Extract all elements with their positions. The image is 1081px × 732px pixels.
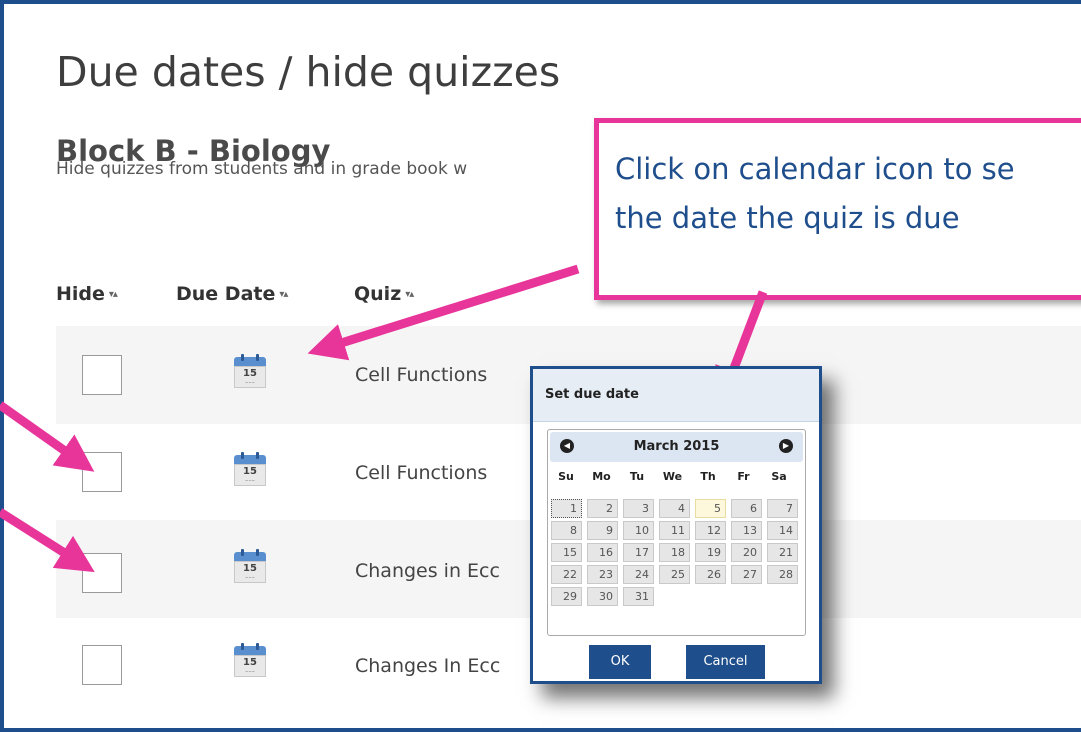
calendar-day-cell[interactable]: 24: [623, 565, 654, 584]
calendar-day-cell[interactable]: 23: [587, 565, 618, 584]
weekday-label: Fr: [737, 470, 750, 483]
calendar-icon[interactable]: 15 ~~~: [234, 549, 266, 583]
calendar-day-cell[interactable]: 6: [731, 499, 762, 518]
due-date-header-label: Due Date: [176, 283, 276, 305]
page-title: Due dates / hide quizzes: [56, 48, 561, 96]
calendar-day-cell[interactable]: 25: [659, 565, 690, 584]
calendar-day-cell[interactable]: 27: [731, 565, 762, 584]
calendar-day-cell[interactable]: 30: [587, 587, 618, 606]
calendar-day-cell[interactable]: 15: [551, 543, 582, 562]
calendar-day: 15: [243, 368, 257, 379]
set-due-date-dialog: Set due date ◀ March 2015 ▶ Su Mo Tu We Th Fr…: [530, 366, 822, 684]
weekday-label: Mo: [592, 470, 611, 483]
calendar-day-cell[interactable]: 21: [767, 543, 798, 562]
quiz-header-label: Quiz: [354, 283, 402, 305]
weekday-label: We: [662, 470, 683, 483]
annotation-callout: Click on calendar icon to se the date th…: [594, 118, 1081, 300]
calendar-day-cell[interactable]: 16: [587, 543, 618, 562]
hide-checkbox[interactable]: [82, 645, 122, 685]
datepicker-header: ◀ March 2015 ▶: [550, 432, 803, 462]
calendar-day: 15: [243, 466, 257, 477]
hide-checkbox[interactable]: [82, 452, 122, 492]
due-date-column-header[interactable]: Due Date ▾▴: [176, 283, 288, 305]
calendar-day-cell[interactable]: 22: [551, 565, 582, 584]
calendar-icon[interactable]: 15 ~~~: [234, 643, 266, 677]
weekday-label: Tu: [629, 470, 645, 483]
calendar-day-cell[interactable]: 8: [551, 521, 582, 540]
calendar-day-cell[interactable]: 9: [587, 521, 618, 540]
sort-icon[interactable]: ▾▴: [109, 289, 118, 300]
page-description: Hide quizzes from students and in grade …: [56, 159, 468, 179]
quiz-name: Changes In Ecc: [355, 655, 501, 677]
hide-checkbox[interactable]: [82, 553, 122, 593]
calendar-day-cell[interactable]: 20: [731, 543, 762, 562]
calendar-day-cell[interactable]: 17: [623, 543, 654, 562]
sort-icon[interactable]: ▾▴: [405, 289, 414, 300]
weekday-label: Sa: [771, 470, 787, 483]
callout-line-2: the date the quiz is due: [615, 201, 960, 235]
callout-line-1: Click on calendar icon to se: [615, 152, 1015, 186]
calendar-day-cell[interactable]: 13: [731, 521, 762, 540]
calendar-day-cell[interactable]: 18: [659, 543, 690, 562]
month-label: March 2015: [633, 439, 720, 454]
hide-column-header[interactable]: Hide ▾▴: [56, 283, 118, 305]
datepicker: ◀ March 2015 ▶ Su Mo Tu We Th Fr Sa 1234567891…: [547, 429, 806, 636]
sort-icon[interactable]: ▾▴: [279, 289, 288, 300]
hide-header-label: Hide: [56, 283, 105, 305]
quiz-name: Cell Functions: [355, 364, 488, 386]
calendar-day-cell[interactable]: 2: [587, 499, 618, 518]
cancel-button[interactable]: Cancel: [686, 645, 765, 679]
quiz-name: Cell Functions: [355, 462, 488, 484]
calendar-day-cell[interactable]: 12: [695, 521, 726, 540]
weekday-label: Su: [558, 470, 574, 483]
calendar-icon[interactable]: 15 ~~~: [234, 354, 266, 388]
weekday-label: Th: [700, 470, 716, 483]
calendar-day: 15: [243, 657, 257, 668]
calendar-day-cell[interactable]: 7: [767, 499, 798, 518]
quiz-name: Changes in Ecc: [355, 560, 500, 582]
calendar-day-cell[interactable]: 31: [623, 587, 654, 606]
next-month-icon[interactable]: ▶: [779, 439, 793, 453]
calendar-day-cell[interactable]: 14: [767, 521, 798, 540]
ok-button[interactable]: OK: [589, 645, 651, 679]
calendar-icon[interactable]: 15 ~~~: [234, 452, 266, 486]
calendar-day-cell[interactable]: 10: [623, 521, 654, 540]
quiz-column-header[interactable]: Quiz ▾▴: [354, 283, 414, 305]
dialog-title: Set due date: [533, 369, 819, 422]
hide-checkbox[interactable]: [82, 355, 122, 395]
calendar-day: 15: [243, 563, 257, 574]
calendar-day-cell[interactable]: 5: [695, 499, 726, 518]
calendar-day-cell[interactable]: 3: [623, 499, 654, 518]
calendar-day-cell[interactable]: 26: [695, 565, 726, 584]
calendar-day-cell[interactable]: 29: [551, 587, 582, 606]
calendar-day-cell[interactable]: 4: [659, 499, 690, 518]
calendar-day-cell[interactable]: 1: [551, 499, 582, 518]
calendar-day-cell[interactable]: 11: [659, 521, 690, 540]
calendar-day-cell[interactable]: 19: [695, 543, 726, 562]
calendar-day-cell[interactable]: 28: [767, 565, 798, 584]
